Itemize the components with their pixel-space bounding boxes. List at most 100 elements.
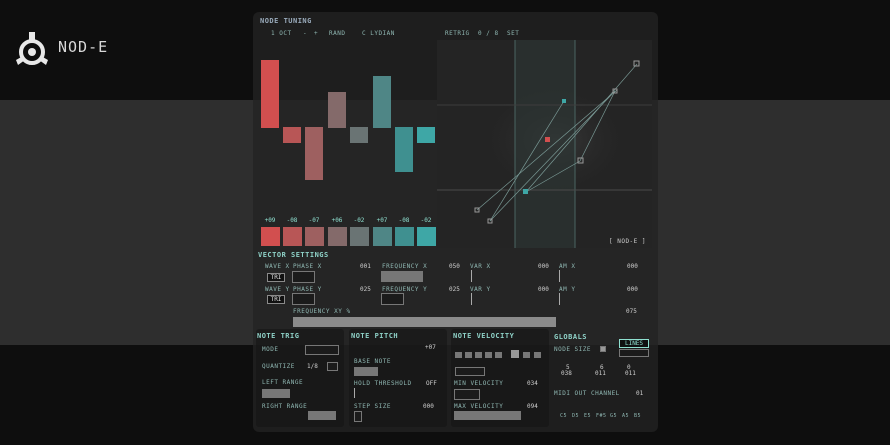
velocity-mode-field[interactable] <box>455 367 485 376</box>
octave-selector[interactable]: 1 OCT <box>271 30 292 37</box>
lines-button[interactable]: LINES <box>619 339 649 348</box>
min-velocity-slider[interactable] <box>454 389 480 400</box>
freq-x-value: 050 <box>449 263 460 270</box>
step-swatch-4[interactable] <box>328 227 347 246</box>
step-swatch-6[interactable] <box>373 227 392 246</box>
right-range-slider[interactable] <box>308 411 336 420</box>
octave-down-button[interactable]: - <box>303 30 307 37</box>
step-bar-4[interactable] <box>328 92 346 128</box>
freq-x-slider[interactable] <box>381 271 423 282</box>
octave-up-button[interactable]: + <box>314 30 318 37</box>
velocity-key-3[interactable] <box>475 352 482 358</box>
max-velocity-slider[interactable] <box>454 411 521 420</box>
note-label-7: B5 <box>634 413 642 419</box>
step-bar-6[interactable] <box>373 76 391 128</box>
freq-xy-slider[interactable] <box>293 317 556 327</box>
note-velocity-title: NOTE VELOCITY <box>453 332 515 340</box>
step-swatch-5[interactable] <box>350 227 369 246</box>
step-bar-1[interactable] <box>261 60 279 128</box>
pitch-value: +07 <box>425 344 436 351</box>
var-x-slider[interactable] <box>471 270 472 282</box>
global-val-3: 011 <box>625 370 636 377</box>
note-label-1: C5 <box>560 413 568 419</box>
left-range-label: LEFT RANGE <box>262 379 304 386</box>
velocity-key-6[interactable] <box>511 350 519 358</box>
retrig-value[interactable]: 0 / 8 <box>478 30 499 37</box>
base-note-slider[interactable] <box>354 367 378 376</box>
am-y-value: 000 <box>627 286 638 293</box>
step-label-6: +07 <box>376 217 388 224</box>
quantize-dropdown[interactable] <box>327 362 338 371</box>
velocity-key-8[interactable] <box>534 352 541 358</box>
velocity-key-1[interactable] <box>455 352 462 358</box>
step-swatch-2[interactable] <box>283 227 302 246</box>
phase-x-field[interactable] <box>292 271 315 283</box>
phase-y-label: PHASE Y <box>293 286 322 293</box>
freq-y-field[interactable] <box>381 293 404 305</box>
step-bar-5[interactable] <box>350 127 368 143</box>
node-tuning-title: NODE TUNING <box>260 17 312 25</box>
velocity-key-5[interactable] <box>495 352 502 358</box>
wave-x-tri-button[interactable]: TRI <box>267 273 285 282</box>
min-velocity-label: MIN VELOCITY <box>454 380 504 387</box>
plugin-window: NODE TUNING 1 OCT - + RAND C LYDIAN RETR… <box>253 12 658 432</box>
xy-pad[interactable] <box>437 40 652 248</box>
velocity-key-4[interactable] <box>485 352 492 358</box>
step-label-5: -02 <box>353 217 365 224</box>
scale-selector[interactable]: C LYDIAN <box>362 30 395 37</box>
mode-selector[interactable] <box>305 345 339 355</box>
step-bar-7[interactable] <box>395 127 413 172</box>
wave-y-tri-button[interactable]: TRI <box>267 295 285 304</box>
note-label-2: D5 <box>572 413 580 419</box>
freq-y-label: FREQUENCY Y <box>382 286 428 293</box>
wave-x-label: WAVE X <box>265 263 290 270</box>
note-trig-title: NOTE TRIG <box>257 332 300 340</box>
mode-label: MODE <box>262 346 279 353</box>
am-x-slider[interactable] <box>559 270 560 282</box>
min-velocity-value: 034 <box>527 380 538 387</box>
right-range-label: RIGHT RANGE <box>262 403 308 410</box>
midi-out-label: MIDI OUT CHANNEL <box>554 390 620 397</box>
max-velocity-value: 094 <box>527 403 538 410</box>
base-note-label: BASE NOTE <box>354 358 392 365</box>
globals-title: GLOBALS <box>554 333 588 341</box>
left-range-slider[interactable] <box>262 389 290 398</box>
step-swatch-1[interactable] <box>261 227 280 246</box>
freq-x-label: FREQUENCY X <box>382 263 428 270</box>
step-bar-2[interactable] <box>283 127 301 143</box>
set-button[interactable]: SET <box>507 30 519 37</box>
quantize-value[interactable]: 1/8 <box>307 363 318 370</box>
var-y-slider[interactable] <box>471 293 472 305</box>
step-label-3: -07 <box>308 217 320 224</box>
global-val-2: 011 <box>595 370 606 377</box>
step-size-value: 000 <box>423 403 434 410</box>
quantize-label: QUANTIZE <box>262 363 295 370</box>
node-size-control[interactable] <box>600 346 606 352</box>
hold-threshold-slider[interactable] <box>354 388 355 398</box>
value-001: 001 <box>360 263 371 270</box>
hold-threshold-label: HOLD THRESHOLD <box>354 380 412 387</box>
retrig-label: RETRIG <box>445 30 470 37</box>
step-size-slider[interactable] <box>354 411 362 422</box>
am-x-label: AM X <box>559 263 576 270</box>
phase-x-label: PHASE X <box>293 263 322 270</box>
am-y-slider[interactable] <box>559 293 560 305</box>
brand-name: NOD-E <box>58 38 109 56</box>
phase-y-field[interactable] <box>292 293 315 305</box>
step-label-1: +09 <box>264 217 276 224</box>
step-bar-3[interactable] <box>305 127 323 180</box>
wave-y-label: WAVE Y <box>265 286 290 293</box>
step-label-4: +06 <box>331 217 343 224</box>
step-label-8: -02 <box>420 217 432 224</box>
note-label-3: E5 <box>584 413 592 419</box>
step-swatch-7[interactable] <box>395 227 414 246</box>
step-swatch-3[interactable] <box>305 227 324 246</box>
midi-out-value[interactable]: 01 <box>636 390 643 397</box>
step-swatch-8[interactable] <box>417 227 436 246</box>
mode-toggle[interactable] <box>619 349 649 357</box>
step-bar-8[interactable] <box>417 127 435 143</box>
velocity-key-2[interactable] <box>465 352 472 358</box>
hold-threshold-value: OFF <box>426 380 437 387</box>
rand-button[interactable]: RAND <box>329 30 345 37</box>
velocity-key-7[interactable] <box>523 352 530 358</box>
